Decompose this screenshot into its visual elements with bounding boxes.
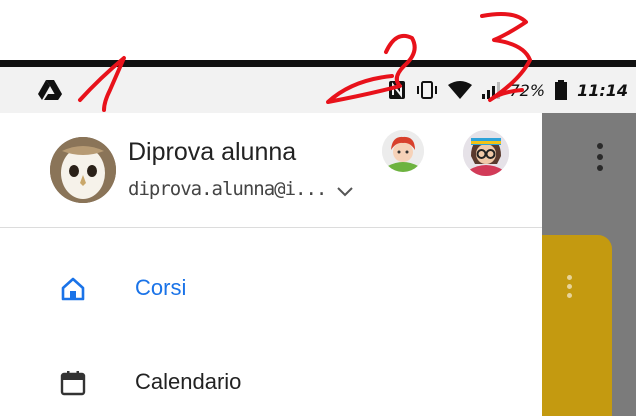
wifi-icon: [447, 81, 472, 99]
vibrate-icon: [416, 81, 437, 99]
class-card-banner: [542, 235, 612, 416]
switch-account-avatar-2[interactable]: [463, 130, 509, 176]
account-avatar[interactable]: [50, 137, 116, 203]
status-bar: 72% 11:14: [0, 67, 636, 113]
clock: 11:14: [577, 80, 628, 100]
drive-icon: [38, 80, 62, 100]
card-menu-icon: [567, 275, 573, 302]
nav-item-corsi[interactable]: Corsi: [0, 262, 542, 318]
home-icon: [61, 277, 85, 301]
account-email: diprova.alunna@i...: [128, 178, 327, 200]
glasses-avatar-image: [463, 130, 509, 176]
screenshot-margin: [0, 0, 636, 60]
nav-item-calendario[interactable]: Calendario: [0, 356, 542, 412]
nav-item-label: Calendario: [135, 369, 242, 394]
switch-account-avatar-1[interactable]: [382, 130, 424, 172]
owl-avatar-image: [50, 137, 116, 203]
account-name: Diprova alunna: [128, 138, 297, 166]
drawer-divider: [0, 227, 542, 228]
signal-icon: [481, 82, 500, 99]
redhead-avatar-image: [382, 130, 424, 172]
battery-icon: [555, 80, 568, 100]
device-edge: [0, 60, 636, 67]
chevron-down-icon[interactable]: [336, 186, 354, 198]
overflow-menu-icon[interactable]: [597, 143, 603, 177]
nav-item-label: Corsi: [135, 275, 187, 300]
nfc-icon: [388, 81, 405, 99]
calendar-icon: [60, 371, 86, 396]
battery-percent: 72%: [509, 80, 546, 100]
